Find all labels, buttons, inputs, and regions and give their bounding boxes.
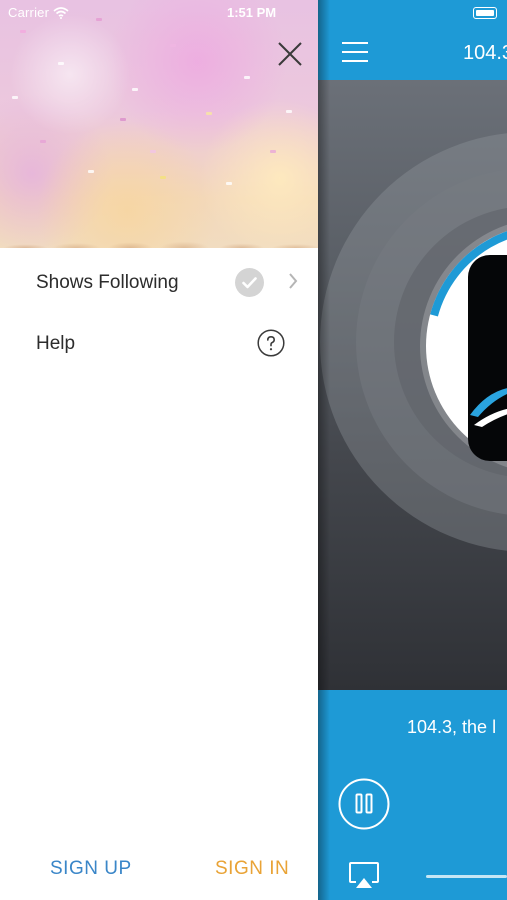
carrier-label: Carrier: [8, 5, 50, 20]
chevron-right-icon: [289, 273, 298, 289]
confetti-decoration: [206, 112, 212, 115]
confetti-decoration: [88, 170, 94, 173]
battery-icon: [473, 7, 497, 19]
volume-slider[interactable]: [426, 875, 507, 878]
confetti-decoration: [150, 150, 156, 153]
drawer-header-image: Carrier 1:51 PM: [0, 0, 318, 248]
confetti-decoration: [40, 140, 46, 143]
crowd-silhouette: [0, 198, 318, 248]
pause-icon[interactable]: [338, 778, 390, 830]
check-icon: [235, 268, 264, 297]
confetti-decoration: [270, 150, 276, 153]
wifi-icon: [53, 6, 69, 19]
confetti-decoration: [286, 110, 292, 113]
status-carrier: Carrier: [8, 5, 69, 20]
question-icon: [257, 329, 285, 357]
now-playing-text: 104.3, the l: [407, 717, 497, 737]
artwork-area: [318, 80, 507, 690]
close-icon[interactable]: [276, 40, 304, 68]
station-logo: [468, 255, 507, 461]
confetti-decoration: [244, 76, 250, 79]
drawer-shadow: [318, 0, 330, 900]
airplay-icon[interactable]: [348, 860, 380, 890]
hamburger-menu-icon[interactable]: [342, 40, 370, 64]
player-header: 104.3: [318, 0, 507, 80]
status-time: 1:51 PM: [227, 5, 277, 20]
confetti-decoration: [96, 18, 102, 21]
confetti-decoration: [58, 62, 64, 65]
menu-item-shows-following[interactable]: Shows Following: [0, 254, 318, 312]
side-drawer: Carrier 1:51 PM Shows Following Help SIG…: [0, 0, 318, 900]
menu-item-label: Shows Following: [36, 272, 179, 293]
confetti-decoration: [132, 88, 138, 91]
confetti-decoration: [12, 96, 18, 99]
sign-in-button[interactable]: SIGN IN: [215, 858, 289, 880]
player-screen: 104.3 104.3, the l: [318, 0, 507, 900]
confetti-decoration: [160, 176, 166, 179]
confetti-decoration: [170, 44, 176, 47]
player-control-bar: 104.3, the l: [318, 690, 507, 900]
confetti-decoration: [20, 30, 26, 33]
sign-up-button[interactable]: SIGN UP: [50, 858, 132, 880]
menu-item-label: Help: [36, 333, 76, 354]
menu-item-help[interactable]: Help: [0, 315, 318, 373]
confetti-decoration: [120, 118, 126, 121]
station-title: 104.3: [463, 42, 507, 64]
confetti-decoration: [226, 182, 232, 185]
